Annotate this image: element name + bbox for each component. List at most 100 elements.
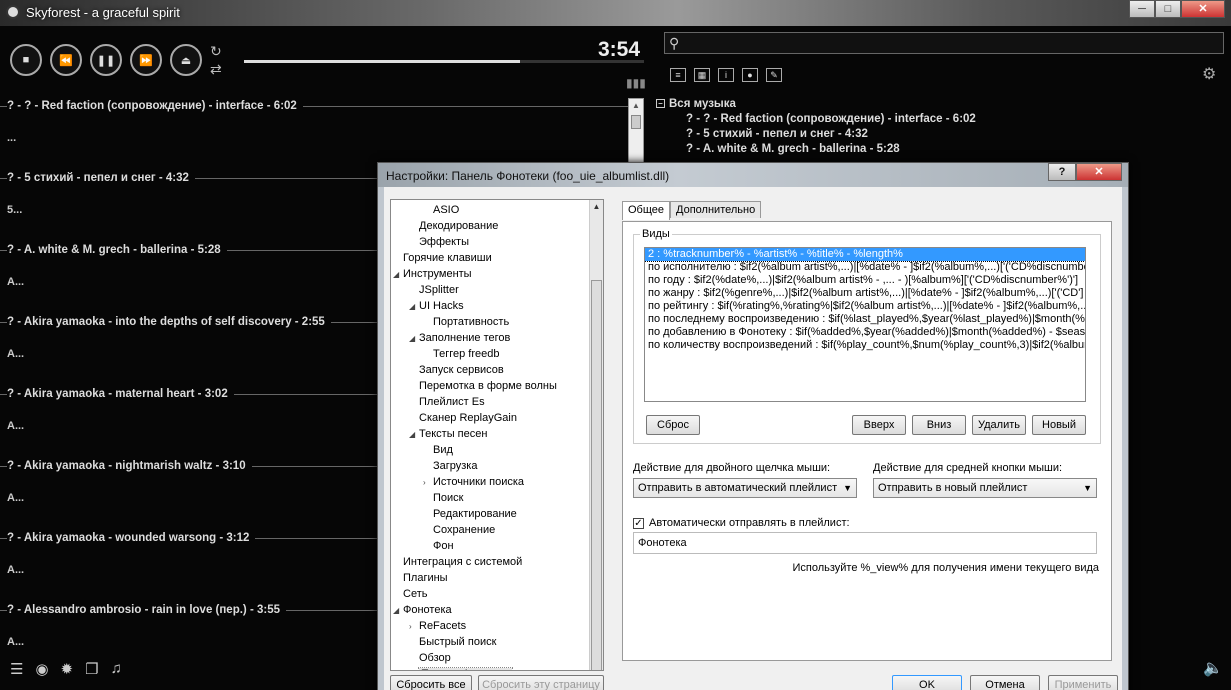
tree-item[interactable]: Запуск сервисов bbox=[419, 364, 504, 376]
tree-expander-icon[interactable]: › bbox=[423, 478, 426, 487]
tree-item[interactable]: Сохранение bbox=[433, 524, 495, 536]
view-item[interactable]: по рейтингу : $if(%rating%,%rating%|$if2… bbox=[645, 300, 1085, 313]
collapse-icon[interactable]: – bbox=[656, 99, 665, 109]
stop-button[interactable]: ■ bbox=[10, 44, 42, 76]
search-input[interactable]: ⚲ bbox=[664, 32, 1224, 54]
library-root[interactable]: – Вся музыка bbox=[656, 98, 976, 110]
windows-icon[interactable]: ❐ bbox=[85, 660, 98, 678]
music-note-icon[interactable]: ♫ bbox=[111, 660, 122, 678]
list-icon[interactable]: ☰ bbox=[10, 660, 23, 678]
group-header[interactable]: ? - ? - Red faction (сопровождение) - in… bbox=[7, 100, 303, 112]
view-item[interactable]: по количеству воспроизведений : $if(%pla… bbox=[645, 339, 1085, 352]
reset-all-button[interactable]: Сбросить все bbox=[390, 675, 472, 690]
tree-item[interactable]: Инструменты bbox=[403, 268, 472, 280]
list-view-icon[interactable]: ≡ bbox=[670, 68, 686, 82]
group-header[interactable]: ? - Akira yamaoka - nightmarish waltz - … bbox=[7, 460, 252, 472]
repeat-icon[interactable]: ↻ bbox=[210, 42, 222, 60]
tab-advanced[interactable]: Дополнительно bbox=[670, 201, 762, 218]
tree-item[interactable]: UI Hacks bbox=[419, 300, 464, 312]
tree-expander-icon[interactable]: ◢ bbox=[393, 270, 399, 279]
scroll-up-icon[interactable]: ▲ bbox=[629, 99, 643, 113]
middle-click-select[interactable]: Отправить в новый плейлист ▼ bbox=[873, 478, 1097, 498]
tree-item[interactable]: Портативность bbox=[433, 316, 509, 328]
tree-item[interactable]: Эффекты bbox=[419, 236, 469, 248]
tree-item[interactable]: ReFacets bbox=[419, 620, 466, 632]
tree-item[interactable]: Фонотека bbox=[403, 604, 452, 616]
new-button[interactable]: Новый bbox=[1032, 415, 1086, 435]
eject-button[interactable]: ⏏ bbox=[170, 44, 202, 76]
scroll-thumb[interactable] bbox=[631, 115, 641, 129]
tree-expander-icon[interactable]: ◢ bbox=[409, 334, 415, 343]
auto-send-field[interactable]: Фонотека bbox=[633, 532, 1097, 554]
shuffle-icon[interactable]: ⇄ bbox=[210, 60, 222, 78]
close-button[interactable]: ✕ bbox=[1181, 0, 1225, 18]
auto-send-checkbox[interactable]: ✓ bbox=[633, 518, 644, 529]
tree-item[interactable]: ASIO bbox=[433, 204, 459, 216]
tree-item[interactable]: Сеть bbox=[403, 588, 427, 600]
reset-button[interactable]: Сброс bbox=[646, 415, 700, 435]
disc-icon[interactable]: ◉ bbox=[35, 660, 48, 678]
lyrics-icon[interactable]: ✎ bbox=[766, 68, 782, 82]
tree-item[interactable]: Источники поиска bbox=[433, 476, 524, 488]
track-row[interactable]: ... bbox=[7, 132, 16, 144]
info-icon[interactable]: i bbox=[718, 68, 734, 82]
move-down-button[interactable]: Вниз bbox=[912, 415, 966, 435]
view-item[interactable]: 2 : %tracknumber% - %artist% - %title% -… bbox=[645, 248, 1085, 262]
tree-item[interactable]: Тексты песен bbox=[419, 428, 487, 440]
tab-general[interactable]: Общее bbox=[622, 201, 671, 220]
view-item[interactable]: по году : $if2(%date%,...)|$if2(%album a… bbox=[645, 274, 1085, 287]
views-list[interactable]: 2 : %tracknumber% - %artist% - %title% -… bbox=[644, 247, 1086, 402]
next-button[interactable]: ⏩ bbox=[130, 44, 162, 76]
group-header[interactable]: ? - Akira yamaoka - maternal heart - 3:0… bbox=[7, 388, 234, 400]
library-item[interactable]: ? - A. white & M. grech - ballerina - 5:… bbox=[656, 143, 976, 155]
move-up-button[interactable]: Вверх bbox=[852, 415, 906, 435]
view-item[interactable]: по жанру : $if2(%genre%,...)|$if2(%album… bbox=[645, 287, 1085, 300]
group-header[interactable]: ? - A. white & M. grech - ballerina - 5:… bbox=[7, 244, 227, 256]
tree-item[interactable]: Фон bbox=[433, 540, 454, 552]
visualization-icon[interactable]: ✹ bbox=[61, 660, 74, 678]
seek-bar[interactable] bbox=[244, 60, 644, 63]
cancel-button[interactable]: Отмена bbox=[970, 675, 1040, 690]
gear-icon[interactable]: ⚙ bbox=[1202, 64, 1216, 84]
scroll-thumb[interactable] bbox=[591, 280, 602, 670]
scroll-up-icon[interactable]: ▲ bbox=[590, 200, 603, 214]
tree-item[interactable]: Декодирование bbox=[419, 220, 498, 232]
tree-expander-icon[interactable]: ◢ bbox=[409, 430, 415, 439]
tree-item[interactable]: Сканер ReplayGain bbox=[419, 412, 517, 424]
track-row[interactable]: A... bbox=[7, 492, 24, 504]
grid-view-icon[interactable]: ▦ bbox=[694, 68, 710, 82]
tree-item[interactable]: Обзор bbox=[419, 652, 451, 664]
playlist-group[interactable]: ? - ? - Red faction (сопровождение) - in… bbox=[0, 94, 628, 166]
previous-button[interactable]: ⏪ bbox=[50, 44, 82, 76]
tree-item[interactable]: Быстрый поиск bbox=[419, 636, 496, 648]
maximize-button[interactable]: □ bbox=[1155, 0, 1181, 18]
tree-item[interactable]: Заполнение тегов bbox=[419, 332, 510, 344]
tree-scrollbar[interactable]: ▲ bbox=[589, 200, 603, 670]
tree-item[interactable]: Поиск bbox=[433, 492, 463, 504]
tree-item[interactable]: Интеграция с системой bbox=[403, 556, 522, 568]
track-row[interactable]: A... bbox=[7, 276, 24, 288]
tree-item[interactable]: Загрузка bbox=[433, 460, 477, 472]
tree-item[interactable]: Панель Фонотеки bbox=[417, 667, 514, 670]
pause-button[interactable]: ❚❚ bbox=[90, 44, 122, 76]
ok-button[interactable]: OK bbox=[892, 675, 962, 690]
group-header[interactable]: ? - 5 стихий - пепел и снег - 4:32 bbox=[7, 172, 195, 184]
double-click-select[interactable]: Отправить в автоматический плейлист ▼ bbox=[633, 478, 857, 498]
user-icon[interactable]: ● bbox=[742, 68, 758, 82]
track-row[interactable]: A... bbox=[7, 348, 24, 360]
group-header[interactable]: ? - Akira yamaoka - wounded warsong - 3:… bbox=[7, 532, 256, 544]
library-item[interactable]: ? - 5 стихий - пепел и снег - 4:32 bbox=[656, 128, 976, 140]
tree-item[interactable]: Горячие клавиши bbox=[403, 252, 492, 264]
tree-item[interactable]: Теггер freedb bbox=[433, 348, 499, 360]
view-item[interactable]: по последнему воспроизведению : $if(%las… bbox=[645, 313, 1085, 326]
library-tree[interactable]: – Вся музыка ? - ? - Red faction (сопрово… bbox=[656, 98, 976, 155]
reset-page-button[interactable]: Сбросить эту страницу bbox=[478, 675, 604, 690]
track-row[interactable]: 5... bbox=[7, 204, 22, 216]
library-item[interactable]: ? - ? - Red faction (сопровождение) - in… bbox=[656, 113, 976, 125]
view-item[interactable]: по добавлению в Фонотеку : $if(%added%,$… bbox=[645, 326, 1085, 339]
minimize-button[interactable]: ─ bbox=[1129, 0, 1155, 18]
tree-item[interactable]: Вид bbox=[433, 444, 453, 456]
track-row[interactable]: A... bbox=[7, 564, 24, 576]
track-row[interactable]: A... bbox=[7, 420, 24, 432]
group-header[interactable]: ? - Akira yamaoka - into the depths of s… bbox=[7, 316, 331, 328]
